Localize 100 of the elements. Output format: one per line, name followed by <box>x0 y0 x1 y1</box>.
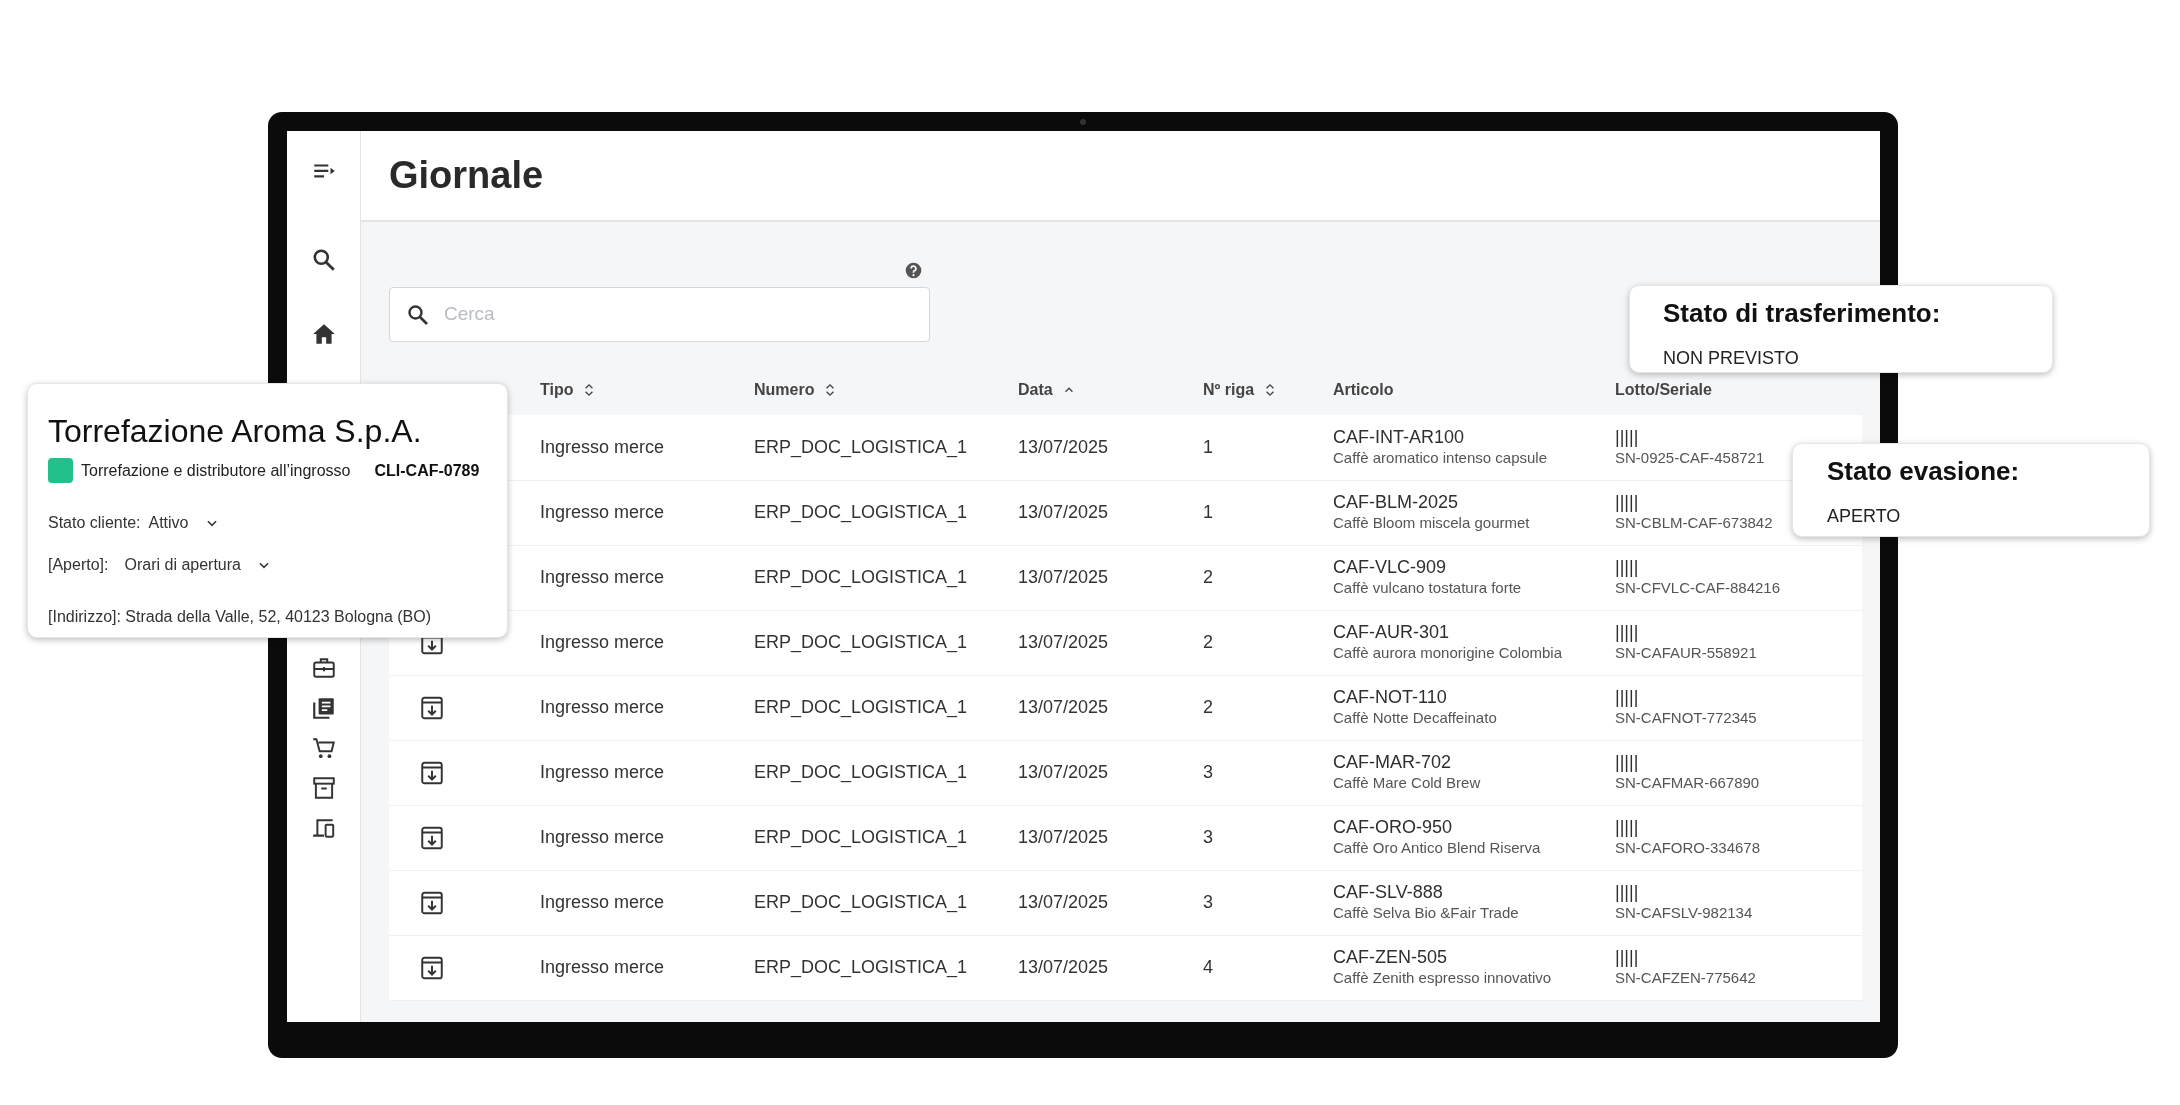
table-cell: ERP_DOC_LOGISTICA_1 <box>754 697 968 717</box>
column-header[interactable]: Tipo <box>540 378 574 402</box>
archive-download-icon[interactable] <box>419 955 445 982</box>
article-code: CAF-VLC-909 <box>1333 557 1448 579</box>
table-cell: ERP_DOC_LOGISTICA_1 <box>754 762 968 782</box>
serial-number: SN-CFVLC-CAF-884216 <box>1615 578 1782 598</box>
article-code: CAF-MAR-702 <box>1333 752 1453 774</box>
table-cell: Ingresso merce <box>540 502 665 522</box>
barcode-text: ||||| <box>1615 557 1640 579</box>
status-value: APERTO <box>1827 505 1902 528</box>
table-cell: 13/07/2025 <box>1018 502 1109 522</box>
article-name: Caffè Zenith espresso innovativo <box>1333 968 1553 988</box>
serial-number: SN-0925-CAF-458721 <box>1615 447 1766 468</box>
serial-number: SN-CAFORO-334678 <box>1615 838 1762 858</box>
table-cell: Ingresso merce <box>540 567 665 587</box>
column-header[interactable]: Nº riga <box>1203 378 1255 402</box>
table-cell: 3 <box>1203 827 1213 847</box>
table-cell: Ingresso merce <box>540 436 665 457</box>
table-cell: ERP_DOC_LOGISTICA_1 <box>754 567 968 587</box>
table-cell: 4 <box>1203 957 1213 977</box>
column-header[interactable]: Articolo <box>1333 378 1394 402</box>
table-cell: 2 <box>1203 567 1213 587</box>
table-cell: 13/07/2025 <box>1018 567 1109 587</box>
customer-name: Torrefazione Aroma S.p.A. <box>48 412 423 451</box>
article-name: Caffè Notte Decaffeinato <box>1333 708 1498 728</box>
serial-number: SN-CAFMAR-667890 <box>1615 773 1761 793</box>
search-input[interactable]: Cerca <box>442 299 913 330</box>
status-value: NON PREVISTO <box>1663 347 1800 370</box>
table-cell: 2 <box>1203 632 1213 652</box>
sort-icon[interactable] <box>1264 382 1277 398</box>
article-code: CAF-BLM-2025 <box>1333 492 1460 514</box>
serial-number: SN-CAFAUR-558921 <box>1615 643 1758 663</box>
briefcase-icon[interactable] <box>310 655 337 681</box>
archive-download-icon[interactable] <box>419 825 445 852</box>
table-cell: Ingresso merce <box>540 632 665 652</box>
archive-download-icon[interactable] <box>419 695 445 722</box>
help-icon[interactable] <box>905 262 922 279</box>
article-name: Caffè aromatico intenso capsule <box>1333 447 1548 468</box>
column-header[interactable]: Numero <box>754 378 815 402</box>
table-cell: ERP_DOC_LOGISTICA_1 <box>754 957 968 977</box>
page-title: Giornale <box>389 152 544 198</box>
customer-category: Torrefazione e distributore all’ingrosso <box>81 460 351 481</box>
table-cell: Ingresso merce <box>540 762 665 782</box>
table-cell: ERP_DOC_LOGISTICA_1 <box>754 436 968 457</box>
article-code: CAF-ORO-950 <box>1333 817 1454 839</box>
search-field[interactable]: Cerca <box>389 287 930 342</box>
article-name: Caffè vulcano tostatura forte <box>1333 578 1523 598</box>
archive-box-icon[interactable] <box>310 775 337 801</box>
table-cell: 13/07/2025 <box>1018 436 1109 457</box>
article-name: Caffè Mare Cold Brew <box>1333 773 1482 793</box>
table-cell: ERP_DOC_LOGISTICA_1 <box>754 632 968 652</box>
dropdown[interactable]: Attivo <box>148 511 219 536</box>
table-cell: Ingresso merce <box>540 892 665 912</box>
customer-code: CLI-CAF-0789 <box>374 460 480 481</box>
article-name: Caffè aurora monorigine Colombia <box>1333 643 1563 663</box>
table-cell: 13/07/2025 <box>1018 827 1109 847</box>
archive-download-icon[interactable] <box>419 760 445 787</box>
table-cell: Ingresso merce <box>540 827 665 847</box>
cart-icon[interactable] <box>310 735 337 761</box>
table-cell: 3 <box>1203 762 1213 782</box>
barcode-text: ||||| <box>1615 882 1640 904</box>
article-code: CAF-SLV-888 <box>1333 882 1444 904</box>
table-cell: Ingresso merce <box>540 697 665 717</box>
table-cell: 13/07/2025 <box>1018 957 1109 977</box>
article-code: CAF-AUR-301 <box>1333 622 1451 644</box>
table-cell: ERP_DOC_LOGISTICA_1 <box>754 502 968 522</box>
table-cell: 3 <box>1203 892 1213 912</box>
field-label: Stato cliente: <box>48 513 141 534</box>
archive-download-icon[interactable] <box>419 890 445 917</box>
barcode-text: ||||| <box>1615 622 1640 644</box>
table-cell: 13/07/2025 <box>1018 697 1109 717</box>
table-cell: 2 <box>1203 697 1213 717</box>
status-title: Stato di trasferimento: <box>1663 297 1942 330</box>
article-name: Caffè Selva Bio &Fair Trade <box>1333 903 1520 923</box>
table-cell: 13/07/2025 <box>1018 892 1109 912</box>
sort-icon[interactable] <box>824 382 837 398</box>
dropdown[interactable]: Orari di apertura <box>124 553 271 578</box>
serial-number: SN-CAFZEN-775642 <box>1615 968 1757 988</box>
camera-dot <box>1080 119 1086 125</box>
table-cell: Ingresso merce <box>540 957 665 977</box>
search-icon <box>406 302 430 327</box>
barcode-text: ||||| <box>1615 427 1640 448</box>
barcode-text: ||||| <box>1615 947 1640 969</box>
table-cell: 1 <box>1203 502 1213 522</box>
article-code: CAF-NOT-110 <box>1333 687 1448 709</box>
barcode-text: ||||| <box>1615 492 1640 514</box>
sort-icon[interactable] <box>583 382 596 398</box>
article-name: Caffè Oro Antico Blend Riserva <box>1333 838 1542 858</box>
column-header[interactable]: Data <box>1018 378 1053 402</box>
table-cell: ERP_DOC_LOGISTICA_1 <box>754 892 968 912</box>
field-label: [Aperto]: <box>48 555 109 576</box>
barcode-text: ||||| <box>1615 687 1640 709</box>
article-code: CAF-ZEN-505 <box>1333 947 1449 969</box>
article-name: Caffè Bloom miscela gourmet <box>1333 513 1531 533</box>
serial-number: SN-CAFNOT-772345 <box>1615 708 1758 728</box>
column-header[interactable]: Lotto/Seriale <box>1615 378 1712 402</box>
newspaper-icon[interactable] <box>310 695 337 721</box>
barcode-text: ||||| <box>1615 752 1640 774</box>
article-code: CAF-INT-AR100 <box>1333 427 1466 448</box>
table-cell: ERP_DOC_LOGISTICA_1 <box>754 827 968 847</box>
